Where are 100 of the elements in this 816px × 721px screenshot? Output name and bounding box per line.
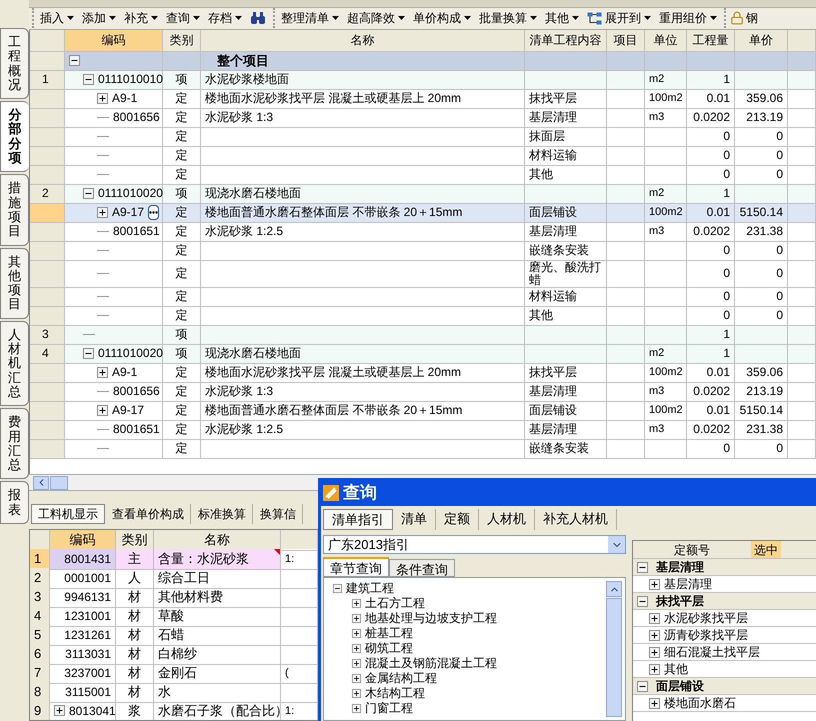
expand-icon[interactable] — [352, 704, 361, 713]
expand-icon[interactable] — [649, 698, 660, 708]
table-row[interactable]: 8001651 定 水泥砂浆 1:2.5 基层清理 m3 0.0202 231.38 — [30, 420, 816, 440]
expand-icon[interactable] — [54, 705, 65, 716]
toolbar-menu[interactable]: 查询 — [162, 8, 204, 28]
side-tab[interactable]: 人材机汇总 — [0, 320, 29, 406]
table-row[interactable]: 2 0111010020 项 现浇水磨石楼地面 m2 1 — [30, 184, 816, 204]
table-row[interactable]: 7 3237001 材 金刚石 ( — [30, 663, 318, 682]
collapse-icon[interactable] — [333, 584, 342, 593]
panel-tab[interactable]: 查看单价构成 — [106, 504, 191, 524]
collapse-icon[interactable] — [83, 74, 94, 85]
tree-item[interactable]: 木结构工程 — [327, 686, 606, 701]
expand-icon[interactable] — [649, 664, 660, 674]
column-header[interactable]: 编码 — [65, 30, 163, 52]
toolbar-menu[interactable]: 补充 — [120, 8, 162, 28]
expand-icon[interactable] — [352, 614, 361, 623]
dialog-tab[interactable]: 清单指引 — [323, 508, 393, 530]
list-item[interactable]: 细石混凝土找平层 — [633, 644, 816, 661]
toolbar-menu[interactable]: 展开到 — [583, 8, 655, 28]
toolbar-menu[interactable]: 插入 — [36, 8, 78, 28]
panel-tab[interactable]: 工料机显示 — [31, 504, 105, 524]
side-tab[interactable]: 工程概况 — [0, 28, 29, 100]
table-row[interactable]: 9 8013041 浆 水磨石子浆（配合比）1: — [30, 701, 318, 720]
table-row[interactable]: 定 材料运输 0 0 — [30, 288, 816, 306]
table-row[interactable]: 8 3115001 材 水 — [30, 682, 318, 702]
toolbar-menu[interactable]: 重用组价 — [655, 8, 721, 28]
toolbar-menu[interactable]: 整理清单 — [277, 8, 343, 28]
list-item[interactable]: 水泥砂浆找平层 — [633, 610, 816, 627]
table-row[interactable]: 8001651 定 水泥砂浆 1:2.5 基层清理 m3 0.0202 231.38 — [30, 222, 816, 242]
dialog-tab[interactable]: 人材机 — [479, 508, 535, 530]
toolbar-menu[interactable]: 存档 — [204, 8, 246, 28]
table-row[interactable]: 3 9946131 材 其他材料费 — [30, 587, 318, 606]
expand-icon[interactable] — [649, 578, 660, 590]
table-row[interactable]: 定 其他 0 0 — [30, 306, 816, 326]
table-row[interactable]: 5 1231261 材 石蜡 — [30, 625, 318, 644]
collapse-icon[interactable] — [69, 55, 80, 66]
scrollbar-thumb[interactable] — [606, 598, 622, 717]
tree-item[interactable]: 建筑工程 — [327, 581, 606, 596]
group-row[interactable]: 面层铺设 — [633, 678, 816, 695]
expand-icon[interactable] — [352, 674, 361, 683]
expand-icon[interactable] — [352, 599, 361, 608]
expand-icon[interactable] — [352, 629, 361, 638]
table-row[interactable]: 定 磨光、酸洗打蜡 0 0 — [30, 260, 816, 288]
expand-icon[interactable] — [97, 93, 108, 104]
table-row[interactable]: 1 0111010010 项 水泥砂浆楼地面 m2 1 — [30, 70, 816, 90]
side-tab[interactable]: 措施项目 — [0, 174, 29, 246]
tree-item[interactable]: 桩基工程 — [327, 626, 606, 641]
table-row[interactable]: 2 0001001 人 综合工日 — [30, 568, 318, 588]
dialog-tab[interactable]: 补充人材机 — [535, 508, 617, 530]
table-row[interactable]: 定 嵌缝条安装 0 0 — [30, 242, 816, 260]
collapse-icon[interactable] — [637, 680, 648, 692]
table-row[interactable]: 定 抹面层 0 0 — [30, 128, 816, 146]
group-row[interactable]: 抹找平层 — [633, 593, 816, 610]
table-row[interactable]: 8001656 定 水泥砂浆 1:3 基层清理 m3 0.0202 213.19 — [30, 382, 816, 402]
side-tab[interactable]: 其他项目 — [0, 248, 29, 319]
list-item[interactable]: 楼地面水磨石 — [633, 695, 816, 712]
expand-icon[interactable] — [352, 644, 361, 653]
toolbar-menu[interactable]: 添加 — [78, 8, 120, 28]
column-header[interactable]: 定额号 — [633, 541, 751, 558]
group-row[interactable]: 基层清理 — [633, 559, 816, 576]
expand-icon[interactable] — [649, 646, 660, 658]
tree-item[interactable]: 地基处理与边坡支护工程 — [327, 611, 606, 626]
collapse-icon[interactable] — [637, 562, 648, 572]
scroll-up-button[interactable] — [606, 581, 622, 597]
table-row[interactable]: 定 其他 0 0 — [30, 166, 816, 184]
expand-icon[interactable] — [97, 367, 108, 378]
column-header[interactable]: 选中 — [751, 541, 781, 558]
more-button[interactable] — [148, 205, 160, 220]
table-row[interactable]: 定 材料运输 0 0 — [30, 146, 816, 166]
toolbar-menu[interactable]: 批量换算 — [475, 8, 541, 28]
dialog-tab[interactable]: 定额 — [436, 508, 479, 530]
collapse-icon[interactable] — [637, 596, 648, 606]
table-row[interactable]: 3 项 1 — [30, 326, 816, 344]
scrollbar-thumb[interactable] — [50, 476, 68, 490]
tree-item[interactable]: 门窗工程 — [327, 701, 606, 716]
tree-item[interactable]: 金属结构工程 — [327, 671, 606, 686]
table-row[interactable]: A9-1 定 楼地面水泥砂浆找平层 混凝土或硬基层上 20mm 抹找平层 100m2 0.01 359.06 — [30, 90, 816, 108]
table-row[interactable]: 定 嵌缝条安装 0 0 — [30, 440, 816, 458]
side-tab[interactable]: 费用汇总 — [0, 408, 29, 480]
expand-icon[interactable] — [352, 659, 361, 668]
query-tab[interactable]: 章节查询 — [323, 557, 389, 577]
table-row[interactable]: 4 0111010020 项 现浇水磨石楼地面 m2 1 — [30, 344, 816, 364]
toolbar-menu[interactable]: 钢 — [728, 8, 760, 28]
collapse-icon[interactable] — [83, 188, 94, 199]
table-row[interactable]: 整个项目 — [30, 52, 816, 70]
table-row[interactable]: A9-1 定 楼地面水泥砂浆找平层 混凝土或硬基层上 20mm 抹找平层 100m2 0.01 359.06 — [30, 364, 816, 382]
expand-icon[interactable] — [352, 689, 361, 698]
tree-item[interactable]: 混凝土及钢筋混凝土工程 — [327, 656, 606, 671]
table-row[interactable]: 4 1231001 材 草酸 — [30, 606, 318, 626]
table-row[interactable]: 6 3113031 材 白棉纱 — [30, 644, 318, 664]
collapse-icon[interactable] — [83, 348, 94, 359]
table-row[interactable]: 1 8001431 主 含量：水泥砂浆 1: — [30, 549, 318, 568]
toolbar-menu[interactable]: 超高降效 — [343, 8, 409, 28]
side-tab[interactable]: 分部分项 — [0, 101, 29, 172]
expand-icon[interactable] — [97, 405, 108, 416]
expand-icon[interactable] — [649, 630, 660, 640]
dialog-tab[interactable]: 清单 — [393, 508, 436, 530]
expand-icon[interactable] — [649, 612, 660, 624]
tree-item[interactable]: 砌筑工程 — [327, 641, 606, 656]
panel-tab[interactable]: 换算信 — [254, 504, 303, 524]
